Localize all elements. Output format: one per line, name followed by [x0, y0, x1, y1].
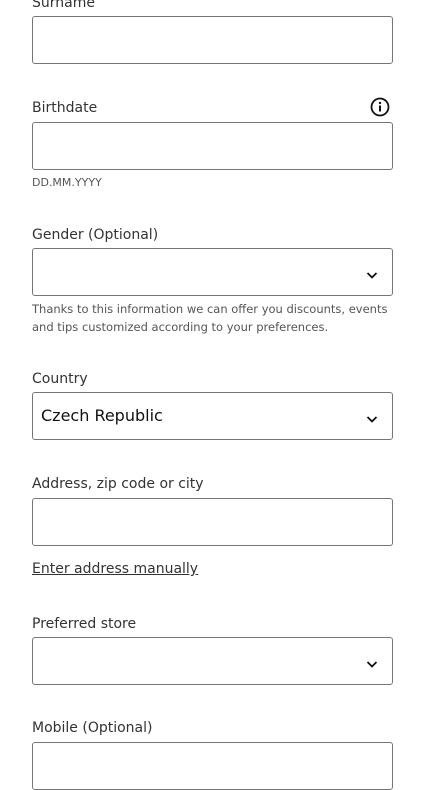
address-label: Address, zip code or city: [32, 476, 204, 492]
info-icon[interactable]: [370, 97, 390, 117]
birthdate-field[interactable]: [32, 122, 393, 170]
gender-label: Gender (Optional): [32, 227, 159, 243]
surname-input[interactable]: [33, 17, 392, 63]
gender-select[interactable]: [32, 248, 393, 296]
birthdate-input[interactable]: [33, 123, 392, 169]
mobile-label: Mobile (Optional): [32, 720, 153, 736]
country-select[interactable]: Czech Republic: [32, 392, 393, 440]
surname-label: Surname: [32, 0, 95, 11]
gender-helper-text: Thanks to this information we can offer …: [32, 302, 388, 334]
chevron-down-icon: [366, 655, 378, 668]
birthdate-hint: DD.MM.YYYY: [32, 176, 102, 189]
preferred-store-select[interactable]: [32, 637, 393, 685]
address-input[interactable]: [33, 499, 392, 545]
mobile-field[interactable]: [32, 742, 393, 790]
enter-address-manually-link[interactable]: Enter address manually: [32, 560, 198, 578]
chevron-down-icon: [366, 410, 378, 423]
mobile-input[interactable]: [33, 743, 392, 789]
birthdate-label: Birthdate: [32, 100, 98, 116]
preferred-store-label: Preferred store: [32, 616, 137, 632]
country-label: Country: [32, 371, 88, 387]
surname-field[interactable]: [32, 16, 393, 64]
country-selected-value: Czech Republic: [41, 406, 163, 425]
chevron-down-icon: [366, 266, 378, 279]
address-field[interactable]: [32, 498, 393, 546]
